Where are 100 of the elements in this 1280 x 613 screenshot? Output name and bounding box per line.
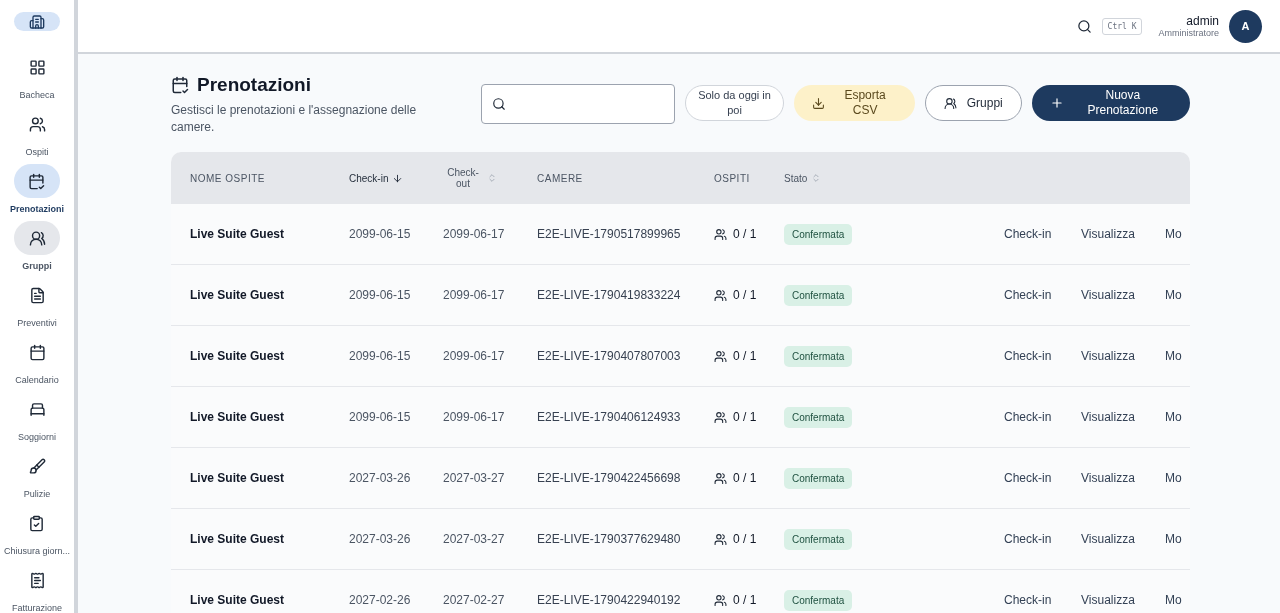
column-header[interactable]: Stato	[784, 172, 808, 184]
groups-button[interactable]: Gruppi	[924, 85, 1022, 121]
guest-name: Live Suite Guest	[190, 410, 286, 424]
group-icon	[943, 96, 957, 110]
guest-count: 0 / 1	[733, 593, 757, 607]
check-in-date: 2099-06-15	[349, 349, 412, 363]
check-out-date: 2027-03-27	[443, 532, 506, 546]
check-in-date: 2027-03-26	[349, 532, 412, 546]
sidebar-item[interactable]: Preventivi	[14, 278, 60, 328]
row-action-link[interactable]: Check-in	[1004, 410, 1081, 424]
row-action-link[interactable]: Check-in	[1004, 532, 1081, 546]
room-code: E2E-LIVE-1790407807003	[537, 349, 682, 363]
calendar-icon	[28, 172, 46, 190]
guest-name: Live Suite Guest	[190, 227, 286, 241]
row-action-link[interactable]: Check-in	[1004, 349, 1081, 363]
guest-name: Live Suite Guest	[190, 532, 286, 546]
guests-icon	[714, 532, 727, 546]
row-action-link[interactable]: Check-in	[1004, 227, 1081, 241]
guest-count: 0 / 1	[733, 471, 757, 485]
check-out-date: 2027-03-27	[443, 471, 506, 485]
check-in-date: 2099-06-15	[349, 410, 412, 424]
check-in-date: 2027-03-26	[349, 471, 412, 485]
column-header[interactable]: Check-in	[349, 172, 389, 184]
receipt-icon	[28, 571, 46, 589]
room-code: E2E-LIVE-1790422456698	[537, 471, 682, 485]
document-icon	[28, 286, 46, 304]
search-field[interactable]	[481, 84, 675, 124]
guest-name: Live Suite Guest	[190, 288, 286, 302]
user-name: admin	[1186, 14, 1219, 28]
column-header[interactable]: Check-out	[443, 167, 483, 189]
sort-down-icon[interactable]	[392, 172, 404, 184]
clipboard-check-icon	[28, 514, 46, 532]
row-action-link[interactable]: Mo	[1165, 593, 1190, 607]
row-action-link[interactable]: Visualizza	[1081, 593, 1165, 607]
check-out-date: 2099-06-17	[443, 410, 506, 424]
guest-count: 0 / 1	[733, 349, 757, 363]
sidebar-item[interactable]: Ospiti	[14, 107, 60, 157]
column-header: NOME OSPITE	[190, 172, 265, 184]
status-badge: Confermata	[784, 528, 853, 550]
hotel-logo-icon[interactable]	[14, 12, 60, 31]
row-action-link[interactable]: Mo	[1165, 227, 1190, 241]
guest-count: 0 / 1	[733, 288, 757, 302]
room-code: E2E-LIVE-1790419833224	[537, 288, 682, 302]
row-action-link[interactable]: Visualizza	[1081, 471, 1165, 485]
search-icon	[492, 97, 506, 111]
check-out-date: 2099-06-17	[443, 227, 506, 241]
page-subtitle: Gestisci le prenotazioni e l'assegnazione delle camere.	[171, 102, 418, 136]
shortcut-hint: Ctrl K	[1101, 17, 1143, 35]
user-role: Amministratore	[1158, 28, 1219, 38]
check-out-date: 2099-06-17	[443, 349, 506, 363]
guests-icon	[714, 349, 727, 363]
status-badge: Confermata	[784, 284, 853, 306]
new-booking-button[interactable]: Nuova Prenotazione	[1031, 85, 1190, 121]
plus-icon	[1049, 96, 1064, 110]
row-action-link[interactable]: Visualizza	[1081, 288, 1165, 302]
brush-icon	[28, 457, 46, 475]
row-action-link[interactable]: Mo	[1165, 410, 1190, 424]
sidebar-item[interactable]: Pulizie	[14, 449, 60, 499]
sidebar-item[interactable]: Calendario	[14, 335, 60, 385]
column-header: CAMERE	[537, 172, 583, 184]
status-badge: Confermata	[784, 467, 853, 489]
guests-icon	[714, 471, 727, 485]
bed-icon	[28, 400, 46, 418]
guest-count: 0 / 1	[733, 410, 757, 424]
guest-name: Live Suite Guest	[190, 593, 286, 607]
status-badge: Confermata	[784, 589, 853, 611]
sidebar-item[interactable]: Bacheca	[14, 50, 60, 100]
date-filter-button[interactable]: Solo da oggi in poi	[685, 85, 785, 121]
check-in-date: 2027-02-26	[349, 593, 412, 607]
sidebar-item[interactable]: Soggiorni	[14, 392, 60, 442]
row-action-link[interactable]: Mo	[1165, 471, 1190, 485]
user-avatar[interactable]: A	[1229, 9, 1262, 43]
page-title: Prenotazioni	[197, 74, 311, 96]
row-action-link[interactable]: Visualizza	[1081, 410, 1165, 424]
row-action-link[interactable]: Mo	[1165, 288, 1190, 302]
sidebar-item[interactable]: Fatturazione	[12, 563, 62, 613]
row-action-link[interactable]: Check-in	[1004, 593, 1081, 607]
guests-icon	[714, 227, 727, 241]
status-badge: Confermata	[784, 406, 853, 428]
row-action-link[interactable]: Visualizza	[1081, 532, 1165, 546]
sidebar-item[interactable]: Chiusura giorn...	[3, 506, 70, 556]
search-icon[interactable]	[1076, 18, 1092, 34]
row-action-link[interactable]: Mo	[1165, 349, 1190, 363]
calendar-icon	[171, 76, 189, 94]
check-in-date: 2099-06-15	[349, 288, 412, 302]
group-icon	[28, 229, 46, 247]
export-csv-button[interactable]: Esporta CSV	[794, 85, 915, 121]
row-action-link[interactable]: Check-in	[1004, 471, 1081, 485]
row-action-link[interactable]: Mo	[1165, 532, 1190, 546]
guests-icon	[714, 410, 727, 424]
users-icon	[28, 115, 46, 133]
room-code: E2E-LIVE-1790377629480	[537, 532, 682, 546]
row-action-link[interactable]: Visualizza	[1081, 227, 1165, 241]
status-badge: Confermata	[784, 223, 853, 245]
row-action-link[interactable]: Check-in	[1004, 288, 1081, 302]
download-icon	[812, 96, 826, 110]
guest-count: 0 / 1	[733, 227, 757, 241]
row-action-link[interactable]: Visualizza	[1081, 349, 1165, 363]
check-out-date: 2027-02-27	[443, 593, 506, 607]
check-in-date: 2099-06-15	[349, 227, 412, 241]
